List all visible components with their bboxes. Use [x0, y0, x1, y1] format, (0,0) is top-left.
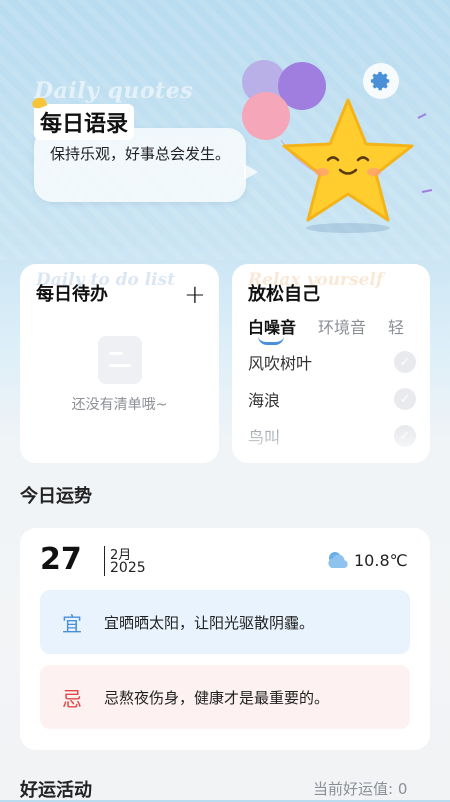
partly-cloudy-icon: [328, 552, 348, 568]
hero-banner: Daily quotes 保持乐观，好事总会发生。 每日语录: [0, 0, 450, 260]
yi-box: 宜 宜晒晒太阳，让阳光驱散阴霾。: [40, 590, 410, 654]
activity-section-title: 好运活动: [20, 780, 92, 801]
temperature: 10.8℃: [354, 550, 408, 570]
sound-name: 风吹树叶: [248, 354, 313, 373]
check-icon[interactable]: ✓: [394, 388, 416, 410]
date-divider: [104, 546, 105, 576]
fortune-section-title: 今日运势: [20, 486, 92, 507]
quote-ghost-title: Daily quotes: [34, 78, 194, 104]
fortune-card: 27 2月 2025 10.8℃ 宜 宜晒晒太阳，让阳光驱散阴霾。 忌 忌熬夜伤…: [20, 528, 430, 750]
relax-title: 放松自己: [248, 284, 320, 305]
luck-value: 当前好运值: 0: [313, 780, 408, 798]
relax-card: Relax yourself 放松自己 白噪音 环境音 轻 风吹树叶 ✓ 海浪 …: [232, 264, 430, 463]
date-day: 27: [40, 542, 82, 577]
yi-text: 宜晒晒太阳，让阳光驱散阴霾。: [104, 613, 315, 632]
empty-list-text: 还没有清单哦~: [71, 397, 168, 413]
tab-light[interactable]: 轻: [388, 314, 404, 338]
sound-item[interactable]: 风吹树叶 ✓: [248, 350, 416, 374]
sound-item[interactable]: 海浪 ✓: [248, 387, 416, 411]
tab-ambient[interactable]: 环境音: [318, 314, 366, 338]
quote-text: 保持乐观，好事总会发生。: [50, 145, 231, 163]
todo-title: 每日待办: [36, 284, 108, 305]
sound-tabs: 白噪音 环境音 轻: [248, 314, 404, 345]
scroll-fade: [232, 427, 430, 463]
ji-text: 忌熬夜伤身，健康才是最重要的。: [104, 688, 330, 707]
star-mascot-icon: [242, 60, 433, 233]
quote-title: 每日语录: [34, 104, 135, 140]
ji-label: 忌: [62, 686, 82, 711]
sound-name: 海浪: [248, 391, 281, 410]
ji-box: 忌 忌熬夜伤身，健康才是最重要的。: [40, 665, 410, 729]
settings-button[interactable]: [363, 63, 399, 99]
tab-white-noise[interactable]: 白噪音: [248, 314, 296, 345]
check-icon[interactable]: ✓: [394, 351, 416, 373]
weather: 10.8℃: [326, 550, 408, 570]
add-todo-button[interactable]: +: [184, 282, 206, 308]
yi-label: 宜: [62, 611, 82, 636]
empty-list-icon: [98, 336, 142, 384]
gear-icon: [370, 71, 390, 91]
todo-card[interactable]: Daily to do list 每日待办 + 还没有清单哦~: [20, 264, 219, 463]
date-year: 2025: [110, 560, 146, 576]
